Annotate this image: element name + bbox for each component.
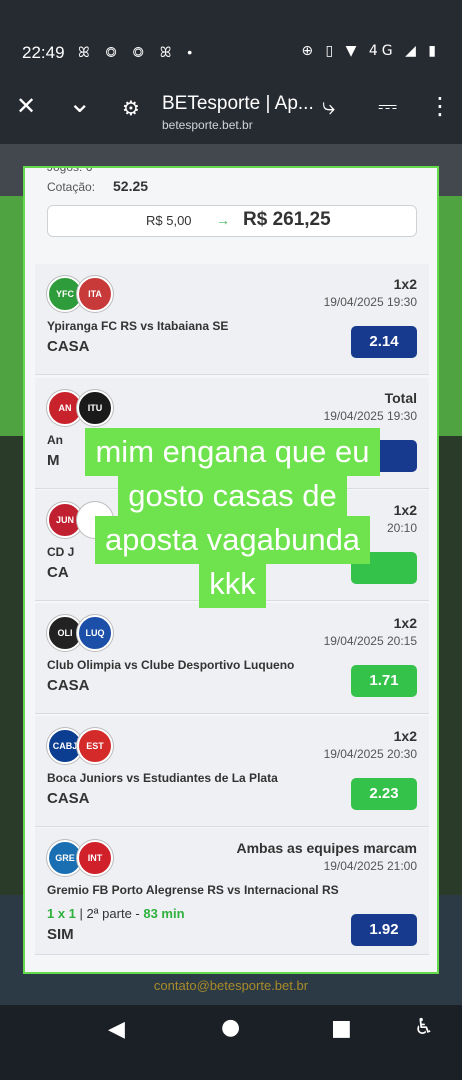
bet-summary: Jogos: 6 Cotação: 52.25 R$ 5,00 → R$ 261… <box>35 168 431 268</box>
odd-button[interactable]: 2.23 <box>351 778 417 810</box>
away-team-logo-icon: ITA <box>77 276 113 312</box>
bet-card: GRE INT Ambas as equipes marcam 19/04/20… <box>35 828 429 955</box>
overlay-caption: mim engana que eu gosto casas de aposta … <box>40 428 425 608</box>
team-logos: GRE INT <box>47 840 117 876</box>
score: 1 x 1 <box>47 906 76 921</box>
match-date: 19/04/2025 21:00 <box>323 859 417 873</box>
bet-market: Ambas as equipes marcam <box>236 840 417 856</box>
match-teams: Ypiranga FC RS vs Itabaiana SE <box>47 319 229 333</box>
match-date: 19/04/2025 19:30 <box>323 295 417 309</box>
match-date: 19/04/2025 20:15 <box>323 634 417 648</box>
team-logos: AN ITU <box>47 390 117 426</box>
menu-icon[interactable]: ⋮ <box>428 92 452 120</box>
bet-market: 1x2 <box>393 615 417 631</box>
bet-pick: SIM <box>47 926 74 943</box>
tab-url: betesporte.bet.br <box>162 118 253 132</box>
chevron-down-icon[interactable]: ⌄ <box>68 86 91 119</box>
bet-pick: CASA <box>47 677 90 694</box>
match-period: | 2ª parte - <box>75 906 144 921</box>
browser-toolbar: ✕ ⌄ ⚙ BETesporte | Ap... betesporte.bet.… <box>0 82 462 144</box>
bet-market: 1x2 <box>393 728 417 744</box>
bet-pick: CASA <box>47 338 90 355</box>
odds-value: 52.25 <box>113 178 149 194</box>
potential-payout: R$ 261,25 <box>243 209 331 230</box>
bet-card: CABJ EST 1x2 19/04/2025 20:30 Boca Junio… <box>35 716 429 827</box>
bet-market: Total <box>384 390 417 406</box>
match-teams: Gremio FB Porto Alegrense RS vs Internac… <box>47 883 339 897</box>
caption-line: kkk <box>199 560 266 608</box>
caption-line: aposta vagabunda <box>94 516 371 564</box>
bet-pick: CASA <box>47 790 90 807</box>
share-icon[interactable]: ⤷ <box>322 92 335 120</box>
team-logos: OLI LUQ <box>47 615 117 651</box>
match-teams: Club Olimpia vs Clube Desportivo Luqueno <box>47 658 295 672</box>
stake-amount: R$ 5,00 <box>146 213 192 228</box>
odds-label: Cotação: <box>47 180 96 194</box>
recents-icon[interactable]: ■ <box>331 1016 352 1041</box>
live-score: 1 x 1 | 2ª parte - 83 min <box>47 906 185 921</box>
tab-title: BETesporte | Ap... <box>162 93 314 114</box>
bookmark-icon[interactable]: ⎓ <box>378 92 397 120</box>
away-team-logo-icon: LUQ <box>77 615 113 651</box>
bet-card: YFC ITA 1x2 19/04/2025 19:30 Ypiranga FC… <box>35 264 429 375</box>
away-team-logo-icon: ITU <box>77 390 113 426</box>
payout-box: R$ 5,00 → R$ 261,25 <box>47 205 417 237</box>
arrow-right-icon: → <box>216 212 230 228</box>
home-icon[interactable]: ● <box>221 1015 240 1040</box>
status-time: 22:49 <box>22 43 65 62</box>
odd-button[interactable]: 1.92 <box>351 914 417 946</box>
bet-market: 1x2 <box>393 276 417 292</box>
accessibility-icon[interactable]: ♿ <box>414 1015 434 1040</box>
away-team-logo-icon: INT <box>77 840 113 876</box>
match-teams: Boca Juniors vs Estudiantes de La Plata <box>47 771 278 785</box>
away-team-logo-icon: EST <box>77 728 113 764</box>
match-minute: 83 min <box>143 906 185 921</box>
system-status-icons: ⊕ ▯ ▼ 4G ◢ ▮ <box>301 43 440 59</box>
team-logos: YFC ITA <box>47 276 117 312</box>
navigation-bar: ◀ ● ■ ♿ <box>0 1005 462 1080</box>
caption-line: mim engana que eu <box>85 428 380 476</box>
match-date: 19/04/2025 19:30 <box>323 409 417 423</box>
odd-button[interactable]: 1.71 <box>351 665 417 697</box>
close-icon[interactable]: ✕ <box>16 92 36 120</box>
match-date: 19/04/2025 20:30 <box>323 747 417 761</box>
odd-button[interactable]: 2.14 <box>351 326 417 358</box>
back-icon[interactable]: ◀ <box>108 1017 125 1042</box>
contact-email[interactable]: contato@betesporte.bet.br <box>0 978 462 993</box>
notification-icons: ꕤ ◎ ◎ ꕤ • <box>78 44 199 60</box>
team-logos: CABJ EST <box>47 728 117 764</box>
games-count: Jogos: 6 <box>47 166 93 174</box>
caption-line: gosto casas de <box>118 472 347 520</box>
site-settings-icon[interactable]: ⚙ <box>122 96 140 120</box>
bet-card: OLI LUQ 1x2 19/04/2025 20:15 Club Olimpi… <box>35 603 429 714</box>
